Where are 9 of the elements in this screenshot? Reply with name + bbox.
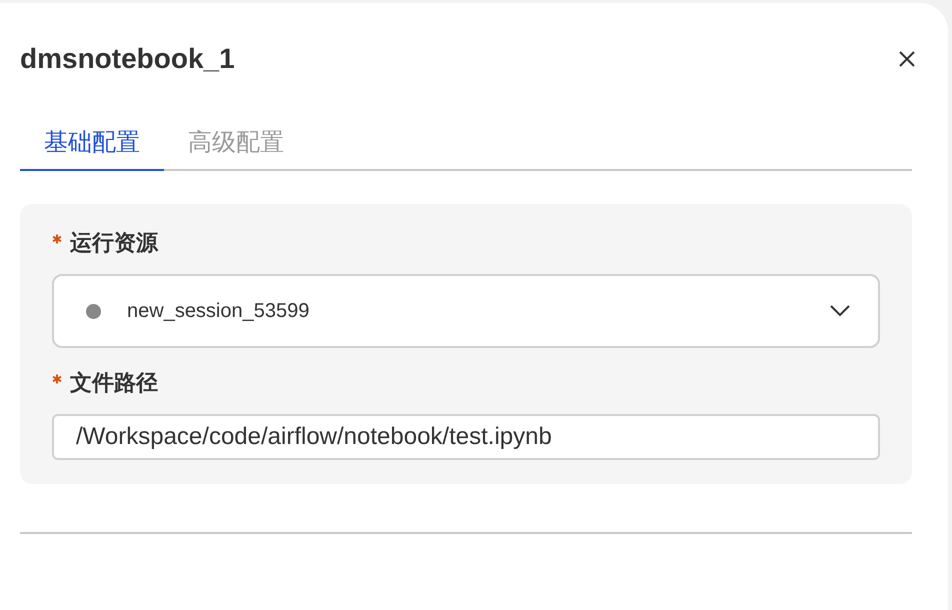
resource-select[interactable]: new_session_53599 (52, 274, 880, 348)
dialog-title: dmsnotebook_1 (20, 43, 235, 75)
select-value: new_session_53599 (127, 300, 310, 322)
field-label: 运行资源 (70, 229, 158, 257)
chevron-down-icon (830, 305, 850, 317)
status-dot-icon (86, 304, 101, 318)
field-label: 文件路径 (70, 369, 158, 397)
file-path-field[interactable]: /Workspace/code/airflow/notebook/test.ipynb (52, 414, 880, 460)
tab[interactable]: 基础配置 (20, 115, 164, 171)
